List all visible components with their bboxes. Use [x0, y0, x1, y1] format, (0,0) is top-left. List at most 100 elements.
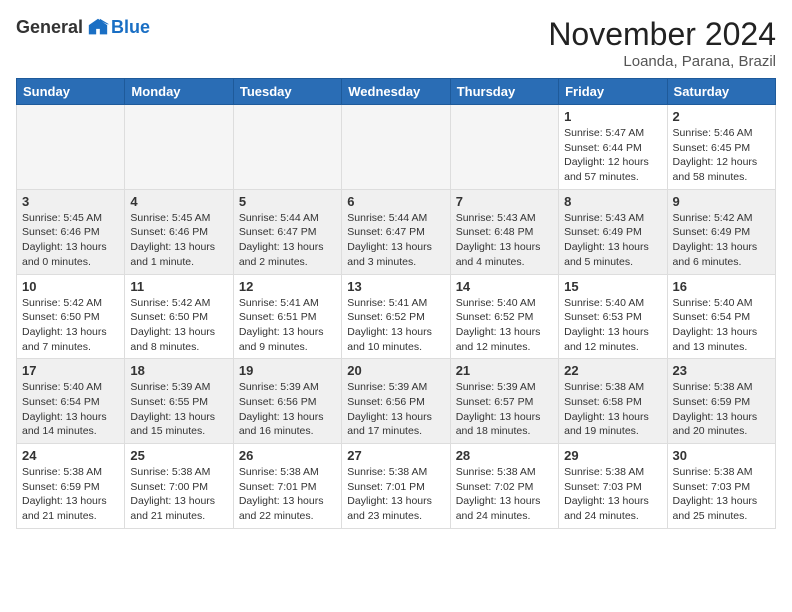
day-number: 19 [239, 363, 336, 378]
calendar-cell: 15Sunrise: 5:40 AMSunset: 6:53 PMDayligh… [559, 274, 667, 359]
weekday-header-tuesday: Tuesday [233, 79, 341, 105]
day-info: Sunrise: 5:47 AMSunset: 6:44 PMDaylight:… [564, 126, 661, 185]
day-info: Sunrise: 5:38 AMSunset: 7:01 PMDaylight:… [347, 465, 444, 524]
day-number: 2 [673, 109, 770, 124]
calendar-row-3: 10Sunrise: 5:42 AMSunset: 6:50 PMDayligh… [17, 274, 776, 359]
day-number: 20 [347, 363, 444, 378]
day-number: 29 [564, 448, 661, 463]
calendar-cell: 10Sunrise: 5:42 AMSunset: 6:50 PMDayligh… [17, 274, 125, 359]
weekday-header-wednesday: Wednesday [342, 79, 450, 105]
calendar-cell: 12Sunrise: 5:41 AMSunset: 6:51 PMDayligh… [233, 274, 341, 359]
calendar-cell: 14 Sunrise: 5:40 AMSunset: 6:52 PMDayligh… [450, 274, 558, 359]
day-number: 1 [564, 109, 661, 124]
day-info: Sunrise: 5:39 AMSunset: 6:57 PMDaylight:… [456, 380, 553, 439]
calendar-row-4: 17 Sunrise: 5:40 AMSunset: 6:54 PMDayligh… [17, 359, 776, 444]
day-info: Sunrise: 5:39 AMSunset: 6:55 PMDaylight:… [130, 380, 227, 439]
month-title: November 2024 [548, 16, 776, 53]
calendar-cell: 27Sunrise: 5:38 AMSunset: 7:01 PMDayligh… [342, 444, 450, 529]
logo: General Blue [16, 16, 150, 38]
day-number: 5 [239, 194, 336, 209]
day-info: Sunrise: 5:39 AMSunset: 6:56 PMDaylight:… [347, 380, 444, 439]
calendar-row-2: 3 Sunrise: 5:45 AMSunset: 6:46 PMDaylight… [17, 189, 776, 274]
calendar-cell: 5 Sunrise: 5:44 AMSunset: 6:47 PMDaylight… [233, 189, 341, 274]
day-number: 21 [456, 363, 553, 378]
calendar-cell: 7Sunrise: 5:43 AMSunset: 6:48 PMDaylight… [450, 189, 558, 274]
calendar-cell: 3 Sunrise: 5:45 AMSunset: 6:46 PMDaylight… [17, 189, 125, 274]
calendar-cell: 4 Sunrise: 5:45 AMSunset: 6:46 PMDaylight… [125, 189, 233, 274]
day-number: 18 [130, 363, 227, 378]
calendar-cell: 25 Sunrise: 5:38 AMSunset: 7:00 PMDayligh… [125, 444, 233, 529]
day-info: Sunrise: 5:38 AMSunset: 7:02 PMDaylight:… [456, 465, 553, 524]
day-info: Sunrise: 5:41 AMSunset: 6:51 PMDaylight:… [239, 296, 336, 355]
day-number: 9 [673, 194, 770, 209]
day-number: 8 [564, 194, 661, 209]
day-info: Sunrise: 5:43 AMSunset: 6:48 PMDaylight:… [456, 211, 553, 270]
weekday-header-sunday: Sunday [17, 79, 125, 105]
day-info: Sunrise: 5:46 AMSunset: 6:45 PMDaylight:… [673, 126, 770, 185]
day-number: 30 [673, 448, 770, 463]
calendar-cell: 8 Sunrise: 5:43 AMSunset: 6:49 PMDaylight… [559, 189, 667, 274]
calendar-table: SundayMondayTuesdayWednesdayThursdayFrid… [16, 78, 776, 529]
day-number: 3 [22, 194, 119, 209]
calendar-row-5: 24Sunrise: 5:38 AMSunset: 6:59 PMDayligh… [17, 444, 776, 529]
calendar-cell: 6 Sunrise: 5:44 AMSunset: 6:47 PMDaylight… [342, 189, 450, 274]
logo-general-text: General [16, 17, 83, 38]
weekday-header-monday: Monday [125, 79, 233, 105]
calendar-cell: 22Sunrise: 5:38 AMSunset: 6:58 PMDayligh… [559, 359, 667, 444]
calendar-cell: 11Sunrise: 5:42 AMSunset: 6:50 PMDayligh… [125, 274, 233, 359]
day-info: Sunrise: 5:42 AMSunset: 6:50 PMDaylight:… [22, 296, 119, 355]
day-info: Sunrise: 5:38 AMSunset: 7:00 PMDaylight:… [130, 465, 227, 524]
day-info: Sunrise: 5:38 AMSunset: 7:01 PMDaylight:… [239, 465, 336, 524]
day-number: 15 [564, 279, 661, 294]
calendar-cell: 16 Sunrise: 5:40 AMSunset: 6:54 PMDayligh… [667, 274, 775, 359]
day-info: Sunrise: 5:45 AMSunset: 6:46 PMDaylight:… [22, 211, 119, 270]
calendar-cell: 23Sunrise: 5:38 AMSunset: 6:59 PMDayligh… [667, 359, 775, 444]
day-info: Sunrise: 5:45 AMSunset: 6:46 PMDaylight:… [130, 211, 227, 270]
calendar-cell: 29Sunrise: 5:38 AMSunset: 7:03 PMDayligh… [559, 444, 667, 529]
calendar-cell [450, 105, 558, 190]
calendar-cell: 30 Sunrise: 5:38 AMSunset: 7:03 PMDayligh… [667, 444, 775, 529]
calendar-cell: 24Sunrise: 5:38 AMSunset: 6:59 PMDayligh… [17, 444, 125, 529]
calendar-cell: 18 Sunrise: 5:39 AMSunset: 6:55 PMDayligh… [125, 359, 233, 444]
page-header: General Blue November 2024 Loanda, Paran… [16, 16, 776, 70]
day-number: 6 [347, 194, 444, 209]
weekday-header-friday: Friday [559, 79, 667, 105]
day-info: Sunrise: 5:40 AMSunset: 6:54 PMDaylight:… [22, 380, 119, 439]
day-info: Sunrise: 5:40 AMSunset: 6:52 PMDaylight:… [456, 296, 553, 355]
weekday-header-row: SundayMondayTuesdayWednesdayThursdayFrid… [17, 79, 776, 105]
day-number: 16 [673, 279, 770, 294]
calendar-cell [342, 105, 450, 190]
calendar-cell: 28 Sunrise: 5:38 AMSunset: 7:02 PMDayligh… [450, 444, 558, 529]
calendar-cell: 13Sunrise: 5:41 AMSunset: 6:52 PMDayligh… [342, 274, 450, 359]
day-info: Sunrise: 5:39 AMSunset: 6:56 PMDaylight:… [239, 380, 336, 439]
calendar-cell: 21 Sunrise: 5:39 AMSunset: 6:57 PMDayligh… [450, 359, 558, 444]
day-info: Sunrise: 5:44 AMSunset: 6:47 PMDaylight:… [347, 211, 444, 270]
calendar-cell: 1 Sunrise: 5:47 AMSunset: 6:44 PMDaylight… [559, 105, 667, 190]
day-number: 17 [22, 363, 119, 378]
day-info: Sunrise: 5:42 AMSunset: 6:49 PMDaylight:… [673, 211, 770, 270]
calendar-cell: 9 Sunrise: 5:42 AMSunset: 6:49 PMDaylight… [667, 189, 775, 274]
day-info: Sunrise: 5:40 AMSunset: 6:54 PMDaylight:… [673, 296, 770, 355]
calendar-cell: 17 Sunrise: 5:40 AMSunset: 6:54 PMDayligh… [17, 359, 125, 444]
calendar-cell: 19 Sunrise: 5:39 AMSunset: 6:56 PMDayligh… [233, 359, 341, 444]
day-info: Sunrise: 5:38 AMSunset: 6:59 PMDaylight:… [673, 380, 770, 439]
day-number: 11 [130, 279, 227, 294]
day-number: 4 [130, 194, 227, 209]
logo-blue-text: Blue [111, 17, 150, 38]
day-info: Sunrise: 5:44 AMSunset: 6:47 PMDaylight:… [239, 211, 336, 270]
day-info: Sunrise: 5:43 AMSunset: 6:49 PMDaylight:… [564, 211, 661, 270]
calendar-cell [125, 105, 233, 190]
location: Loanda, Parana, Brazil [548, 53, 776, 70]
calendar-cell: 2 Sunrise: 5:46 AMSunset: 6:45 PMDaylight… [667, 105, 775, 190]
day-number: 25 [130, 448, 227, 463]
day-number: 14 [456, 279, 553, 294]
day-number: 22 [564, 363, 661, 378]
day-info: Sunrise: 5:38 AMSunset: 7:03 PMDaylight:… [673, 465, 770, 524]
day-number: 28 [456, 448, 553, 463]
day-info: Sunrise: 5:41 AMSunset: 6:52 PMDaylight:… [347, 296, 444, 355]
logo-icon [87, 16, 109, 38]
day-number: 26 [239, 448, 336, 463]
calendar-cell [233, 105, 341, 190]
calendar-cell: 20 Sunrise: 5:39 AMSunset: 6:56 PMDayligh… [342, 359, 450, 444]
weekday-header-thursday: Thursday [450, 79, 558, 105]
